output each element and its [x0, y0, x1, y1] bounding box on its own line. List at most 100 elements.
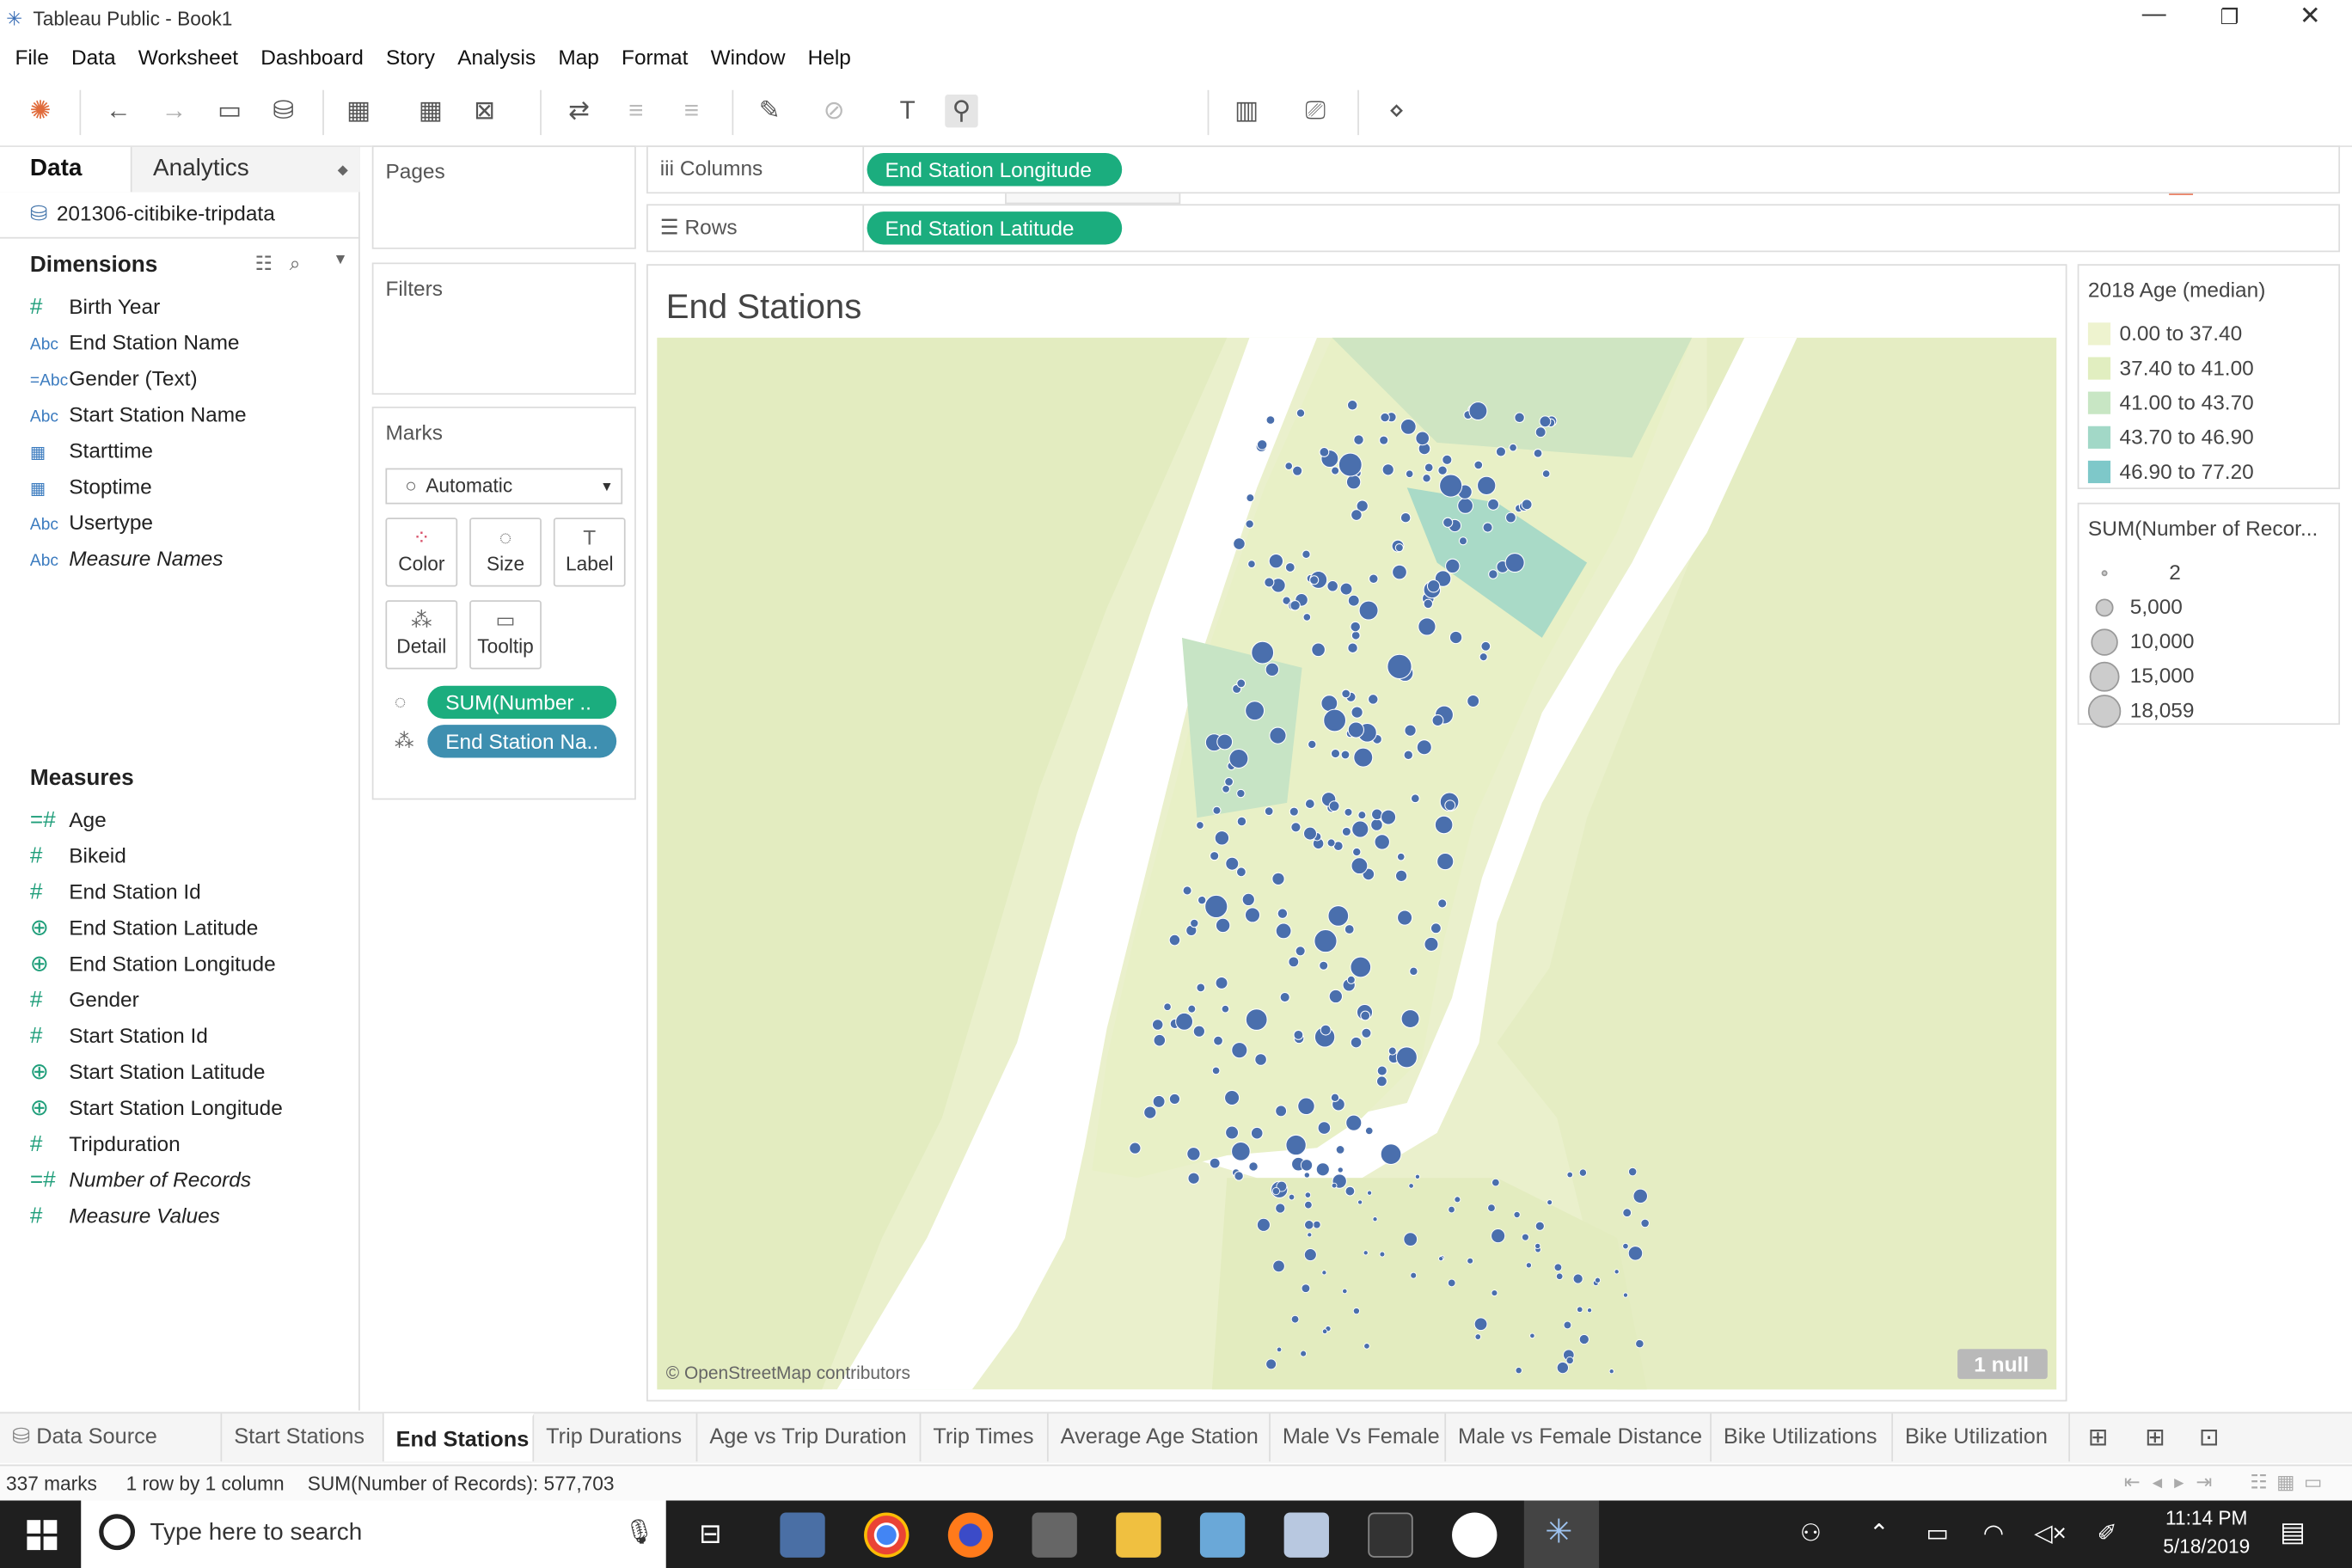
station-mark[interactable] — [1445, 558, 1461, 574]
station-mark[interactable] — [1351, 857, 1369, 875]
search-icon[interactable]: ⌕ — [290, 252, 301, 276]
station-mark[interactable] — [1341, 689, 1351, 699]
station-mark[interactable] — [1431, 714, 1444, 726]
station-mark[interactable] — [1397, 910, 1413, 926]
station-mark[interactable] — [1442, 517, 1454, 528]
station-mark[interactable] — [1403, 750, 1414, 761]
station-mark[interactable] — [1353, 434, 1364, 445]
station-mark[interactable] — [1448, 1205, 1455, 1214]
color-legend-item[interactable]: 43.70 to 46.90 — [2087, 420, 2254, 453]
station-mark[interactable] — [1514, 412, 1525, 424]
station-mark[interactable] — [1222, 784, 1230, 793]
station-mark[interactable] — [1269, 726, 1287, 744]
sheet-tab[interactable]: Trip Durations — [534, 1413, 698, 1462]
station-mark[interactable] — [1403, 1232, 1418, 1246]
station-mark[interactable] — [1632, 1188, 1648, 1204]
station-mark[interactable] — [1265, 415, 1276, 425]
station-mark[interactable] — [1426, 579, 1441, 593]
station-mark[interactable] — [1236, 788, 1246, 799]
color-legend[interactable]: 2018 Age (median) 0.00 to 37.40 37.40 to … — [2077, 264, 2341, 490]
station-mark[interactable] — [1447, 1278, 1456, 1288]
dimension-field[interactable]: ▦ Stoptime — [30, 469, 152, 502]
size-legend-item[interactable]: 5,000 — [2088, 590, 2220, 622]
station-mark[interactable] — [1400, 418, 1417, 435]
station-mark[interactable] — [1380, 1143, 1402, 1166]
station-mark[interactable] — [1302, 613, 1312, 622]
pages-shelf[interactable]: Pages — [371, 145, 636, 249]
station-mark[interactable] — [1628, 1167, 1638, 1177]
station-mark[interactable] — [1468, 401, 1488, 421]
station-mark[interactable] — [1335, 1144, 1345, 1155]
station-mark[interactable] — [1225, 856, 1240, 871]
station-mark[interactable] — [1211, 1066, 1221, 1075]
sort-ascending-icon[interactable]: ≡ — [620, 95, 652, 127]
menu-item-file[interactable]: File — [15, 39, 48, 75]
station-mark[interactable] — [1361, 1027, 1372, 1038]
detail-button[interactable]: ⁂ Detail — [385, 600, 458, 670]
station-mark[interactable] — [1375, 1075, 1387, 1087]
station-mark[interactable] — [1376, 1065, 1387, 1076]
station-mark[interactable] — [1505, 511, 1516, 524]
highlight-icon[interactable]: ✎ — [753, 95, 786, 127]
station-mark[interactable] — [1275, 1203, 1286, 1214]
station-mark[interactable] — [1347, 721, 1364, 738]
station-mark[interactable] — [1248, 1161, 1259, 1172]
station-mark[interactable] — [1351, 509, 1363, 521]
station-mark[interactable] — [1302, 549, 1311, 560]
terminal-icon[interactable] — [1368, 1512, 1413, 1558]
station-mark[interactable] — [1379, 1251, 1386, 1258]
color-legend-item[interactable]: 41.00 to 43.70 — [2087, 386, 2254, 419]
taskbar-search[interactable]: Type here to search 🎙 — [81, 1500, 666, 1568]
station-mark[interactable] — [1321, 1328, 1328, 1335]
filters-shelf[interactable]: Filters — [371, 262, 636, 395]
tooltip-button[interactable]: ▭ Tooltip — [469, 600, 542, 670]
menu-item-data[interactable]: Data — [71, 39, 116, 75]
station-mark[interactable] — [1297, 1097, 1315, 1116]
sheet-tab[interactable]: Trip Times — [921, 1413, 1049, 1462]
rows-pill[interactable]: End Station Latitude — [867, 211, 1123, 245]
station-mark[interactable] — [1572, 1273, 1583, 1284]
station-mark[interactable] — [1533, 448, 1543, 458]
station-mark[interactable] — [1288, 956, 1300, 968]
sheet-tab[interactable]: End Stations — [383, 1413, 535, 1462]
station-mark[interactable] — [1395, 1046, 1418, 1069]
undo-icon[interactable]: ← — [102, 95, 135, 127]
size-legend-item[interactable]: 15,000 — [2088, 658, 2220, 693]
people-icon[interactable]: ⚇ — [1800, 1518, 1822, 1548]
menu-item-dashboard[interactable]: Dashboard — [260, 39, 364, 75]
station-mark[interactable] — [1168, 934, 1181, 946]
station-mark[interactable] — [1482, 522, 1493, 533]
dimension-field[interactable]: Abc End Station Name — [30, 326, 240, 358]
paint-icon[interactable] — [1283, 1512, 1329, 1558]
station-mark[interactable] — [1424, 462, 1434, 473]
station-mark[interactable] — [1350, 621, 1361, 633]
station-mark[interactable] — [1374, 834, 1390, 850]
station-mark[interactable] — [1594, 1277, 1602, 1283]
label-button[interactable]: T Label — [553, 518, 626, 587]
station-mark[interactable] — [1555, 1272, 1564, 1280]
station-mark[interactable] — [1300, 1350, 1308, 1357]
station-mark[interactable] — [1212, 805, 1222, 815]
station-mark[interactable] — [1328, 800, 1340, 812]
station-mark[interactable] — [1491, 1178, 1500, 1187]
station-mark[interactable] — [1168, 1093, 1181, 1106]
station-mark[interactable] — [1414, 1173, 1420, 1179]
new-worksheet-icon[interactable]: ⊞ — [2088, 1423, 2108, 1453]
station-mark[interactable] — [1396, 852, 1406, 861]
measure-field[interactable]: # Bikeid — [30, 839, 126, 872]
station-mark[interactable] — [1303, 1172, 1310, 1179]
station-mark[interactable] — [1347, 642, 1358, 653]
station-mark[interactable] — [1290, 822, 1302, 833]
station-mark[interactable] — [1380, 412, 1390, 423]
clock[interactable]: 11:14 PM 5/18/2019 — [2154, 1506, 2259, 1557]
station-mark[interactable] — [1330, 1093, 1340, 1103]
station-mark[interactable] — [1513, 1210, 1521, 1219]
station-mark[interactable] — [1351, 706, 1363, 719]
station-mark[interactable] — [1635, 1338, 1645, 1349]
station-mark[interactable] — [1409, 966, 1418, 977]
station-mark[interactable] — [1515, 1367, 1522, 1375]
station-mark[interactable] — [1163, 1002, 1172, 1012]
station-mark[interactable] — [1539, 415, 1552, 428]
sheet-nav-icons[interactable]: ⇤◂▸⇥ — [2124, 1471, 2225, 1495]
size-button[interactable]: ◌ Size — [469, 518, 542, 587]
